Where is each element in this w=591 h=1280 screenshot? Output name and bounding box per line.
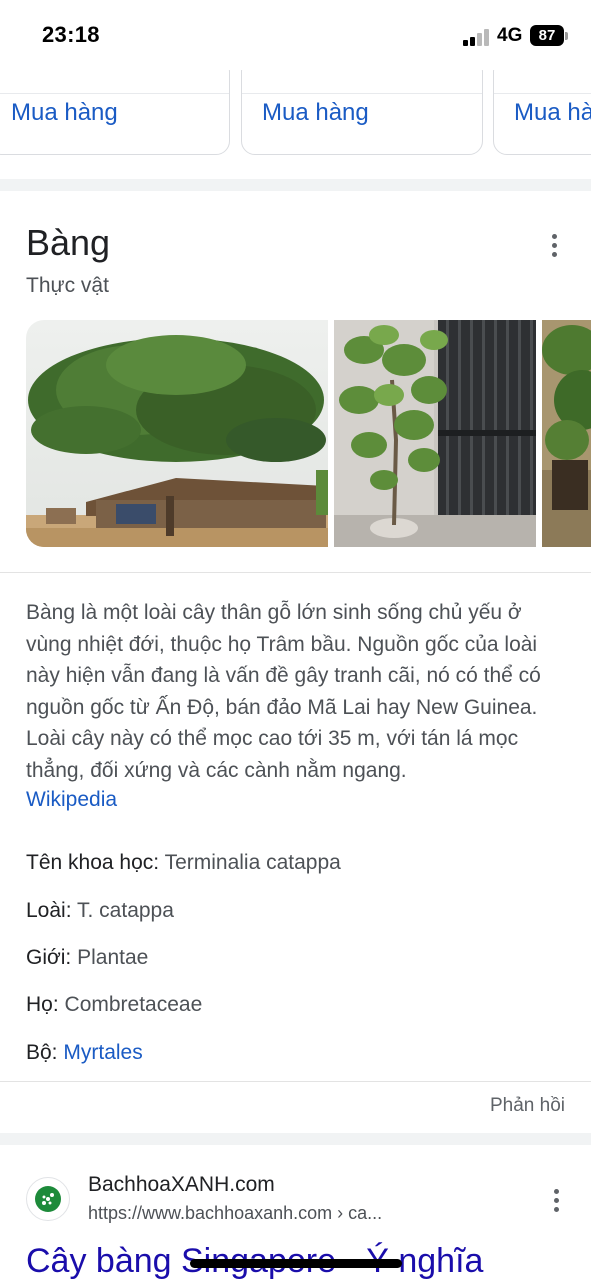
fact-family: Họ: Combretaceae xyxy=(26,993,202,1017)
status-bar: 23:18 4G 87 xyxy=(0,0,591,70)
network-label: 4G xyxy=(497,25,523,46)
battery-tip xyxy=(565,32,568,40)
fact-value: T. catappa xyxy=(77,899,174,922)
divider xyxy=(0,1081,591,1082)
home-indicator[interactable] xyxy=(190,1259,402,1268)
fact-value: Combretaceae xyxy=(64,993,203,1016)
battery-icon: 87 xyxy=(530,25,564,46)
status-time: 23:18 xyxy=(42,22,100,47)
fact-label: Loài: xyxy=(26,899,72,922)
entity-subtitle: Thực vật xyxy=(26,274,109,297)
more-vert-icon[interactable] xyxy=(545,1187,569,1215)
fact-label: Họ: xyxy=(26,993,59,1016)
fact-label: Bộ: xyxy=(26,1041,58,1064)
fact-scientific-name: Tên khoa học: Terminalia catappa xyxy=(26,851,341,875)
fact-species: Loài: T. catappa xyxy=(26,899,174,923)
entity-description: Bàng là một loài cây thân gỗ lớn sinh số… xyxy=(26,601,541,782)
buy-button[interactable]: Mua hà xyxy=(514,99,591,127)
card-divider xyxy=(242,93,482,94)
feedback-link[interactable]: Phản hồi xyxy=(490,1095,565,1117)
card-divider xyxy=(0,93,229,94)
fact-value: Plantae xyxy=(77,946,149,969)
site-url[interactable]: https://www.bachhoaxanh.com › ca... xyxy=(88,1203,382,1224)
shopping-carousel: Mua hàng Mua hàng Mua hà xyxy=(0,70,591,168)
buy-button[interactable]: Mua hàng xyxy=(11,99,118,127)
potted-plant-photo[interactable] xyxy=(542,320,591,547)
fiddle-leaf-fig-photo[interactable] xyxy=(334,320,536,547)
order-link[interactable]: Myrtales xyxy=(63,1041,142,1064)
cellular-signal-icon xyxy=(463,28,491,46)
favicon-mark xyxy=(35,1186,61,1212)
site-name[interactable]: BachhoaXANH.com xyxy=(88,1173,275,1197)
entity-title: Bàng xyxy=(26,222,111,263)
fact-kingdom: Giới: Plantae xyxy=(26,946,148,970)
divider xyxy=(0,572,591,573)
tree-photo[interactable] xyxy=(26,320,328,547)
buy-button[interactable]: Mua hàng xyxy=(262,99,369,127)
fact-order: Bộ: Myrtales xyxy=(26,1041,143,1065)
bachhoaxanh-favicon[interactable] xyxy=(26,1177,70,1221)
shopping-card[interactable]: Mua hàng xyxy=(0,70,230,155)
more-vert-icon[interactable] xyxy=(543,232,567,260)
card-divider xyxy=(494,93,591,94)
image-carousel[interactable] xyxy=(26,320,591,547)
section-separator xyxy=(0,179,591,191)
wikipedia-link[interactable]: Wikipedia xyxy=(26,788,117,812)
section-separator xyxy=(0,1133,591,1145)
fact-label: Tên khoa học: xyxy=(26,851,160,874)
shopping-card[interactable]: Mua hàng xyxy=(241,70,483,155)
fact-value: Terminalia catappa xyxy=(164,851,341,874)
shopping-card[interactable]: Mua hà xyxy=(493,70,591,155)
fact-label: Giới: xyxy=(26,946,72,969)
